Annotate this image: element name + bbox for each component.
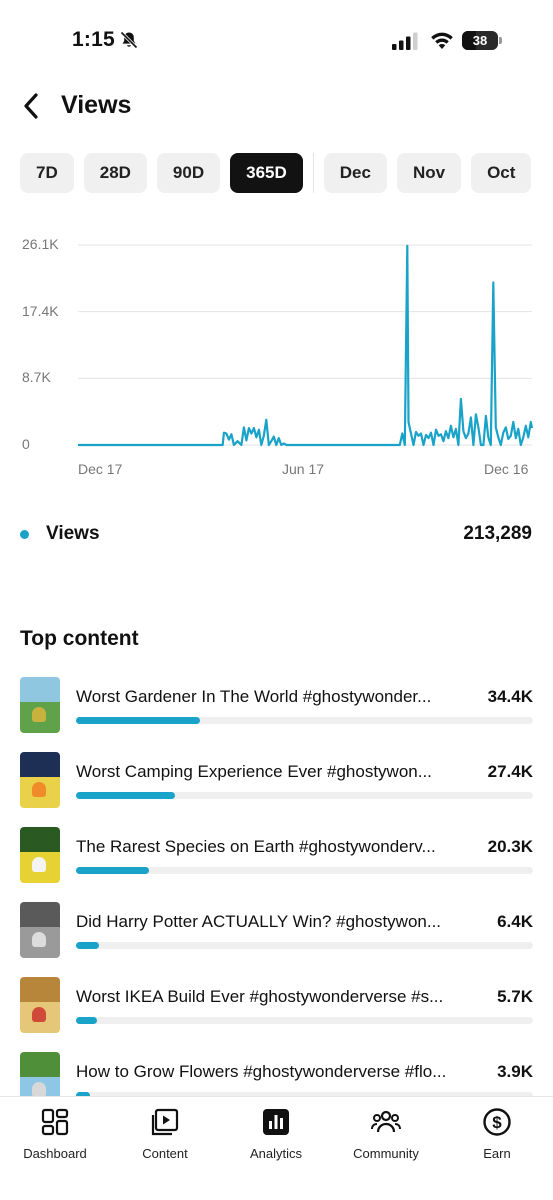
views-share-fill: [76, 1017, 97, 1024]
dashboard-grid-icon: [41, 1108, 69, 1136]
views-summary: Views 213,289: [20, 520, 532, 548]
content-item[interactable]: The Rarest Species on Earth #ghostywonde…: [20, 827, 533, 887]
content-views: 3.9K: [497, 1062, 533, 1081]
content-title: The Rarest Species on Earth #ghostywonde…: [76, 837, 436, 856]
views-share-fill: [76, 717, 201, 724]
ghost-mascot-icon: [32, 932, 46, 947]
status-time: 1:15: [72, 28, 115, 51]
earn-dollar-icon: $: [483, 1108, 511, 1136]
video-thumbnail: [20, 1052, 60, 1097]
svg-text:$: $: [492, 1113, 502, 1132]
content-views: 20.3K: [487, 837, 533, 856]
content-title: Did Harry Potter ACTUALLY Win? #ghostywo…: [76, 912, 442, 931]
nav-item-community[interactable]: Community: [331, 1107, 441, 1167]
battery-icon: 38: [462, 31, 502, 50]
period-chip-28d[interactable]: 28D: [83, 153, 147, 193]
video-thumbnail: [20, 902, 60, 958]
back-button[interactable]: [14, 88, 48, 124]
period-chip-dec[interactable]: Dec: [323, 153, 387, 193]
ghost-mascot-icon: [32, 1082, 46, 1097]
content-play-icon: [151, 1108, 179, 1136]
analytics-bars-icon: [263, 1109, 289, 1135]
period-chip-nov[interactable]: Nov: [396, 153, 462, 193]
page-title: Views: [61, 91, 132, 119]
period-divider: [312, 153, 314, 193]
y-tick-label: 0: [22, 436, 30, 452]
legend-dot: [20, 530, 29, 539]
views-share-bar: [76, 942, 533, 949]
content-views: 34.4K: [487, 687, 533, 706]
nav-item-content[interactable]: Content: [110, 1107, 220, 1167]
views-share-fill: [76, 942, 100, 949]
series-line-views: [78, 244, 534, 447]
views-chart-svg: [78, 244, 534, 447]
summary-label: Views: [46, 523, 100, 544]
top-content-title: Top content: [20, 627, 139, 650]
nav-item-analytics[interactable]: Analytics: [221, 1107, 331, 1167]
nav-label: Content: [142, 1146, 188, 1161]
video-thumbnail: [20, 977, 60, 1033]
nav-label: Community: [353, 1146, 419, 1161]
content-item[interactable]: How to Grow Flowers #ghostywonderverse #…: [20, 1052, 533, 1097]
ghost-mascot-icon: [32, 782, 46, 797]
content-item[interactable]: Worst IKEA Build Ever #ghostywonderverse…: [20, 977, 533, 1037]
views-share-bar: [76, 792, 533, 799]
views-share-bar: [76, 1017, 533, 1024]
nav-label: Earn: [483, 1146, 511, 1161]
nav-label: Dashboard: [23, 1146, 87, 1161]
views-share-fill: [76, 792, 176, 799]
content-views: 6.4K: [497, 912, 533, 931]
content-title: How to Grow Flowers #ghostywonderverse #…: [76, 1062, 447, 1081]
x-tick-label: Jun 17: [282, 461, 325, 477]
summary-total: 213,289: [463, 523, 532, 544]
views-share-bar: [76, 717, 533, 724]
period-chip-7d[interactable]: 7D: [20, 153, 74, 193]
chevron-left-icon: [24, 93, 38, 119]
top-content-list: Worst Gardener In The World #ghostywonde…: [0, 677, 553, 1097]
content-item[interactable]: Worst Gardener In The World #ghostywonde…: [20, 677, 533, 737]
y-tick-label: 26.1K: [22, 236, 59, 252]
x-tick-label: Dec 16: [484, 461, 529, 477]
content-views: 27.4K: [487, 762, 533, 781]
bottom-nav: Dashboard Content Analytics Community $ Earn: [0, 1096, 553, 1200]
period-chip-90d[interactable]: 90D: [156, 153, 221, 193]
ghost-mascot-icon: [32, 1007, 46, 1022]
community-people-icon: [371, 1110, 401, 1133]
nav-label: Analytics: [249, 1146, 303, 1161]
battery-cap: [499, 37, 502, 44]
period-selector: 7D 28D 90D 365D Dec Nov Oct: [20, 153, 553, 193]
video-thumbnail: [20, 827, 60, 883]
bell-slash-icon: [120, 31, 138, 49]
nav-item-dashboard[interactable]: Dashboard: [0, 1107, 110, 1167]
period-chip-365d[interactable]: 365D: [230, 153, 303, 193]
status-bar: 1:15 38: [0, 0, 553, 80]
views-share-bar: [76, 867, 533, 874]
wifi-icon: [431, 32, 453, 49]
period-chip-oct[interactable]: Oct: [471, 153, 532, 193]
content-title: Worst Camping Experience Ever #ghostywon…: [76, 762, 432, 781]
video-thumbnail: [20, 677, 60, 733]
views-share-fill: [76, 867, 150, 874]
ghost-mascot-icon: [32, 857, 46, 872]
battery-percent: 38: [472, 33, 488, 48]
ghost-mascot-icon: [32, 707, 46, 722]
signal-icon: [392, 32, 418, 50]
header: Views: [0, 80, 553, 134]
content-item[interactable]: Did Harry Potter ACTUALLY Win? #ghostywo…: [20, 902, 533, 962]
y-tick-label: 17.4K: [22, 302, 59, 319]
content-title: Worst IKEA Build Ever #ghostywonderverse…: [76, 987, 444, 1006]
content-title: Worst Gardener In The World #ghostywonde…: [76, 687, 432, 706]
y-tick-label: 8.7K: [22, 369, 51, 386]
views-chart: 26.1K 17.4K 8.7K 0 Dec 17 Jun 17 Dec 16: [0, 225, 553, 485]
x-tick-label: Dec 17: [78, 461, 123, 477]
content-views: 5.7K: [497, 987, 533, 1006]
video-thumbnail: [20, 752, 60, 808]
nav-item-earn[interactable]: $ Earn: [442, 1107, 552, 1167]
content-item[interactable]: Worst Camping Experience Ever #ghostywon…: [20, 752, 533, 812]
